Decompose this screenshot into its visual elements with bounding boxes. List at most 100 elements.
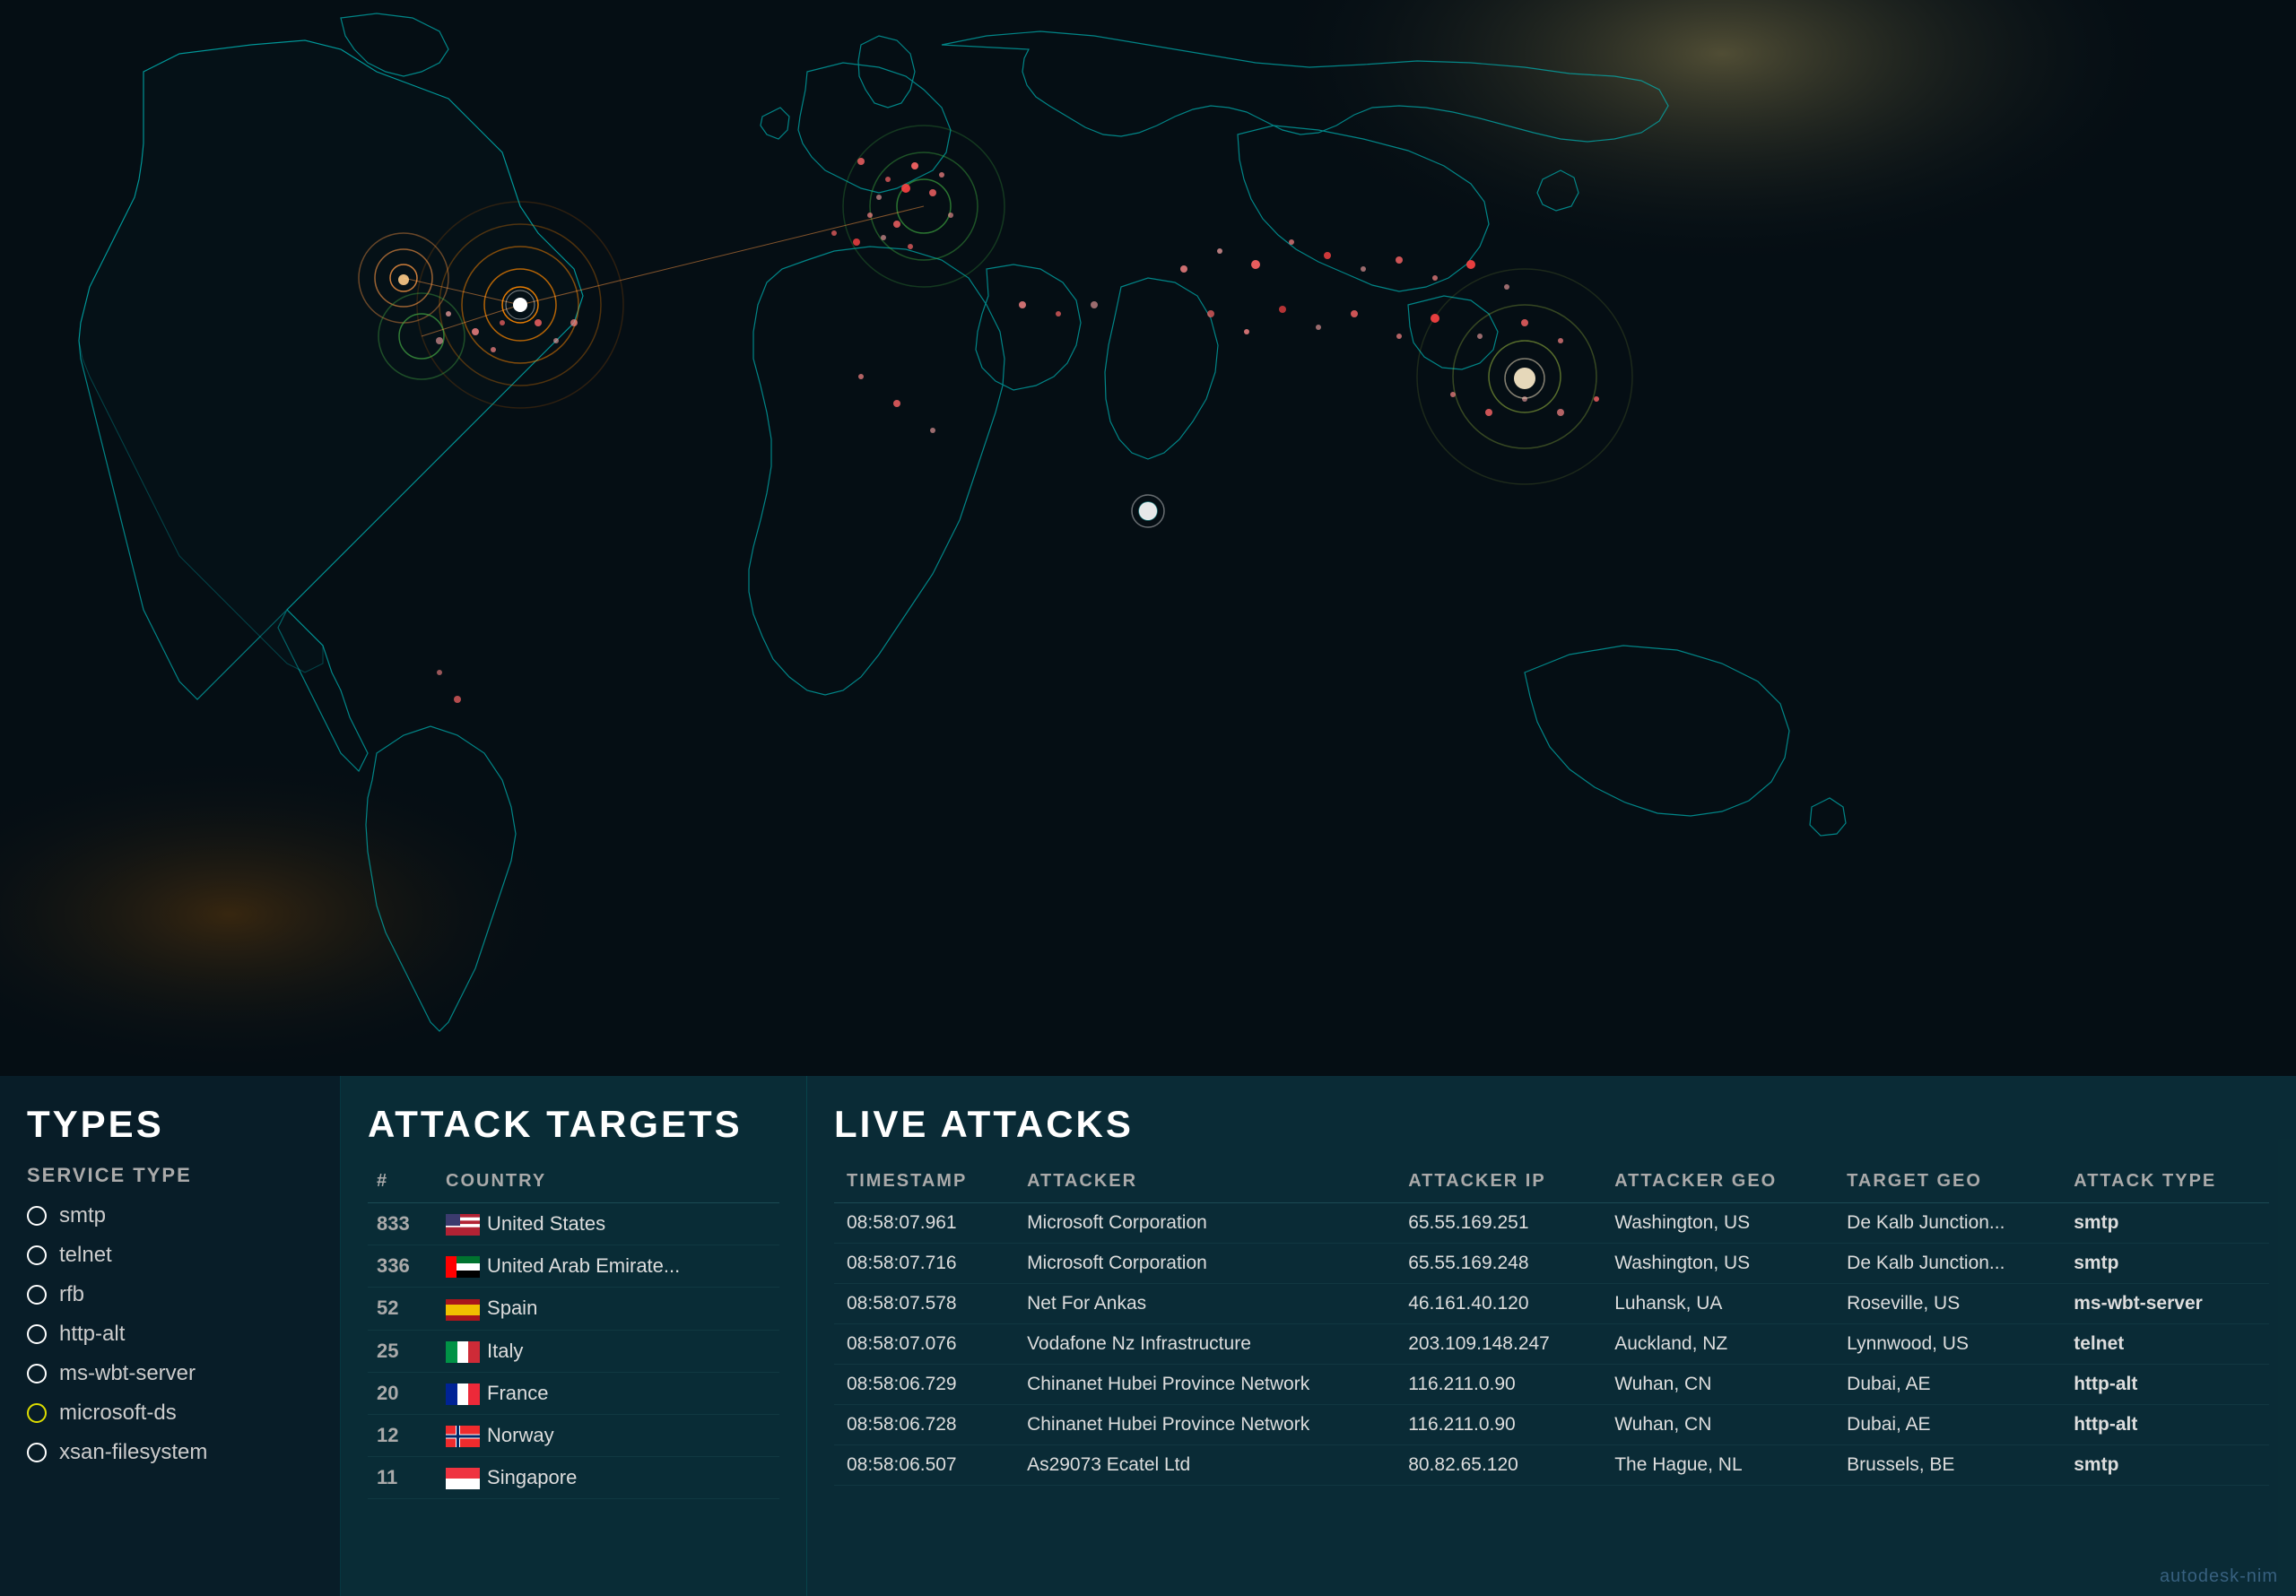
target-country: France — [437, 1372, 779, 1414]
country-flag — [446, 1383, 480, 1405]
live-attacks-tbody: 08:58:07.961 Microsoft Corporation 65.55… — [834, 1203, 2269, 1486]
type-circle — [27, 1443, 47, 1462]
target-count: 20 — [368, 1372, 437, 1414]
attack-ip: 80.82.65.120 — [1396, 1445, 1602, 1486]
target-country: Italy — [437, 1330, 779, 1372]
attack-type: smtp — [2061, 1203, 2269, 1244]
attack-timestamp: 08:58:06.507 — [834, 1445, 1014, 1486]
live-attacks-col-header: ATTACK TYPE — [2061, 1164, 2269, 1203]
attack-target-geo: De Kalb Junction... — [1834, 1203, 2061, 1244]
attack-attacker: Chinanet Hubei Province Network — [1014, 1365, 1396, 1405]
type-item: ms-wbt-server — [27, 1361, 313, 1386]
attack-target-geo: Roseville, US — [1834, 1284, 2061, 1324]
attack-ip: 203.109.148.247 — [1396, 1324, 1602, 1365]
table-row: 833 United States — [368, 1203, 779, 1245]
attack-target-geo: Brussels, BE — [1834, 1445, 2061, 1486]
targets-panel: ATTACK TARGETS # COUNTRY 833 United Stat… — [341, 1076, 807, 1596]
targets-table: # COUNTRY 833 United States 336 United A… — [368, 1164, 779, 1499]
type-circle — [27, 1364, 47, 1383]
watermark: autodesk-nim — [2160, 1566, 2278, 1587]
attack-ip: 65.55.169.251 — [1396, 1203, 1602, 1244]
attack-timestamp: 08:58:07.716 — [834, 1244, 1014, 1284]
attack-attacker: Microsoft Corporation — [1014, 1244, 1396, 1284]
type-circle — [27, 1285, 47, 1305]
attack-target-geo: Lynnwood, US — [1834, 1324, 2061, 1365]
attack-attacker: Chinanet Hubei Province Network — [1014, 1405, 1396, 1445]
attack-target-geo: Dubai, AE — [1834, 1365, 2061, 1405]
country-flag — [446, 1256, 480, 1278]
target-country: Spain — [437, 1288, 779, 1330]
attack-ip: 46.161.40.120 — [1396, 1284, 1602, 1324]
country-flag — [446, 1299, 480, 1321]
type-label: xsan-filesystem — [59, 1440, 207, 1465]
targets-title: ATTACK TARGETS — [368, 1103, 779, 1146]
type-circle — [27, 1403, 47, 1423]
types-panel: TYPES SERVICE TYPE smtp telnet rfb http-… — [0, 1076, 341, 1596]
attack-ip: 116.211.0.90 — [1396, 1405, 1602, 1445]
live-attacks-col-header: TIMESTAMP — [834, 1164, 1014, 1203]
targets-col-country: COUNTRY — [437, 1164, 779, 1203]
attack-type: telnet — [2061, 1324, 2269, 1365]
attack-attacker: Microsoft Corporation — [1014, 1203, 1396, 1244]
live-attacks-col-header: ATTACKER — [1014, 1164, 1396, 1203]
type-label: ms-wbt-server — [59, 1361, 196, 1386]
attack-attacker: Net For Ankas — [1014, 1284, 1396, 1324]
type-item: rfb — [27, 1282, 313, 1307]
type-item: smtp — [27, 1203, 313, 1228]
table-row: 08:58:07.716 Microsoft Corporation 65.55… — [834, 1244, 2269, 1284]
table-row: 52 Spain — [368, 1288, 779, 1330]
attack-attacker-geo: Wuhan, CN — [1602, 1405, 1834, 1445]
type-item: telnet — [27, 1243, 313, 1268]
country-flag — [446, 1468, 480, 1489]
attack-type: smtp — [2061, 1244, 2269, 1284]
attack-timestamp: 08:58:06.729 — [834, 1365, 1014, 1405]
targets-col-count: # — [368, 1164, 437, 1203]
live-attacks-col-header: TARGET GEO — [1834, 1164, 2061, 1203]
types-list: smtp telnet rfb http-alt ms-wbt-server m… — [27, 1203, 313, 1465]
attack-attacker-geo: Washington, US — [1602, 1244, 1834, 1284]
country-flag — [446, 1426, 480, 1447]
attack-ip: 65.55.169.248 — [1396, 1244, 1602, 1284]
target-count: 336 — [368, 1245, 437, 1288]
attack-attacker-geo: Washington, US — [1602, 1203, 1834, 1244]
type-circle — [27, 1245, 47, 1265]
attack-ip: 116.211.0.90 — [1396, 1365, 1602, 1405]
attack-timestamp: 08:58:07.076 — [834, 1324, 1014, 1365]
live-attacks-table: TIMESTAMPATTACKERATTACKER IPATTACKER GEO… — [834, 1164, 2269, 1486]
live-attacks-title: LIVE ATTACKS — [834, 1103, 2269, 1146]
attack-attacker: As29073 Ecatel Ltd — [1014, 1445, 1396, 1486]
live-attacks-panel: LIVE ATTACKS TIMESTAMPATTACKERATTACKER I… — [807, 1076, 2296, 1596]
attack-type: ms-wbt-server — [2061, 1284, 2269, 1324]
attack-attacker-geo: Auckland, NZ — [1602, 1324, 1834, 1365]
live-attacks-col-header: ATTACKER GEO — [1602, 1164, 1834, 1203]
map-container — [0, 0, 2296, 1076]
type-label: http-alt — [59, 1322, 125, 1347]
attack-target-geo: Dubai, AE — [1834, 1405, 2061, 1445]
target-count: 833 — [368, 1203, 437, 1245]
target-count: 52 — [368, 1288, 437, 1330]
country-flag — [446, 1214, 480, 1236]
targets-tbody: 833 United States 336 United Arab Emirat… — [368, 1203, 779, 1499]
table-row: 25 Italy — [368, 1330, 779, 1372]
attack-attacker-geo: Wuhan, CN — [1602, 1365, 1834, 1405]
type-item: http-alt — [27, 1322, 313, 1347]
type-item: microsoft-ds — [27, 1401, 313, 1426]
country-flag — [446, 1341, 480, 1363]
type-label: microsoft-ds — [59, 1401, 177, 1426]
attack-timestamp: 08:58:06.728 — [834, 1405, 1014, 1445]
type-item: xsan-filesystem — [27, 1440, 313, 1465]
table-row: 08:58:06.729 Chinanet Hubei Province Net… — [834, 1365, 2269, 1405]
table-row: 08:58:06.507 As29073 Ecatel Ltd 80.82.65… — [834, 1445, 2269, 1486]
bottom-panel: TYPES SERVICE TYPE smtp telnet rfb http-… — [0, 1076, 2296, 1596]
service-type-subtitle: SERVICE TYPE — [27, 1164, 313, 1187]
types-title: TYPES — [27, 1103, 313, 1146]
target-count: 11 — [368, 1457, 437, 1499]
target-country: Norway — [437, 1414, 779, 1456]
live-attacks-header: TIMESTAMPATTACKERATTACKER IPATTACKER GEO… — [834, 1164, 2269, 1203]
target-country: United Arab Emirate... — [437, 1245, 779, 1288]
target-count: 12 — [368, 1414, 437, 1456]
target-count: 25 — [368, 1330, 437, 1372]
table-row: 08:58:06.728 Chinanet Hubei Province Net… — [834, 1405, 2269, 1445]
type-circle — [27, 1206, 47, 1226]
attack-timestamp: 08:58:07.961 — [834, 1203, 1014, 1244]
